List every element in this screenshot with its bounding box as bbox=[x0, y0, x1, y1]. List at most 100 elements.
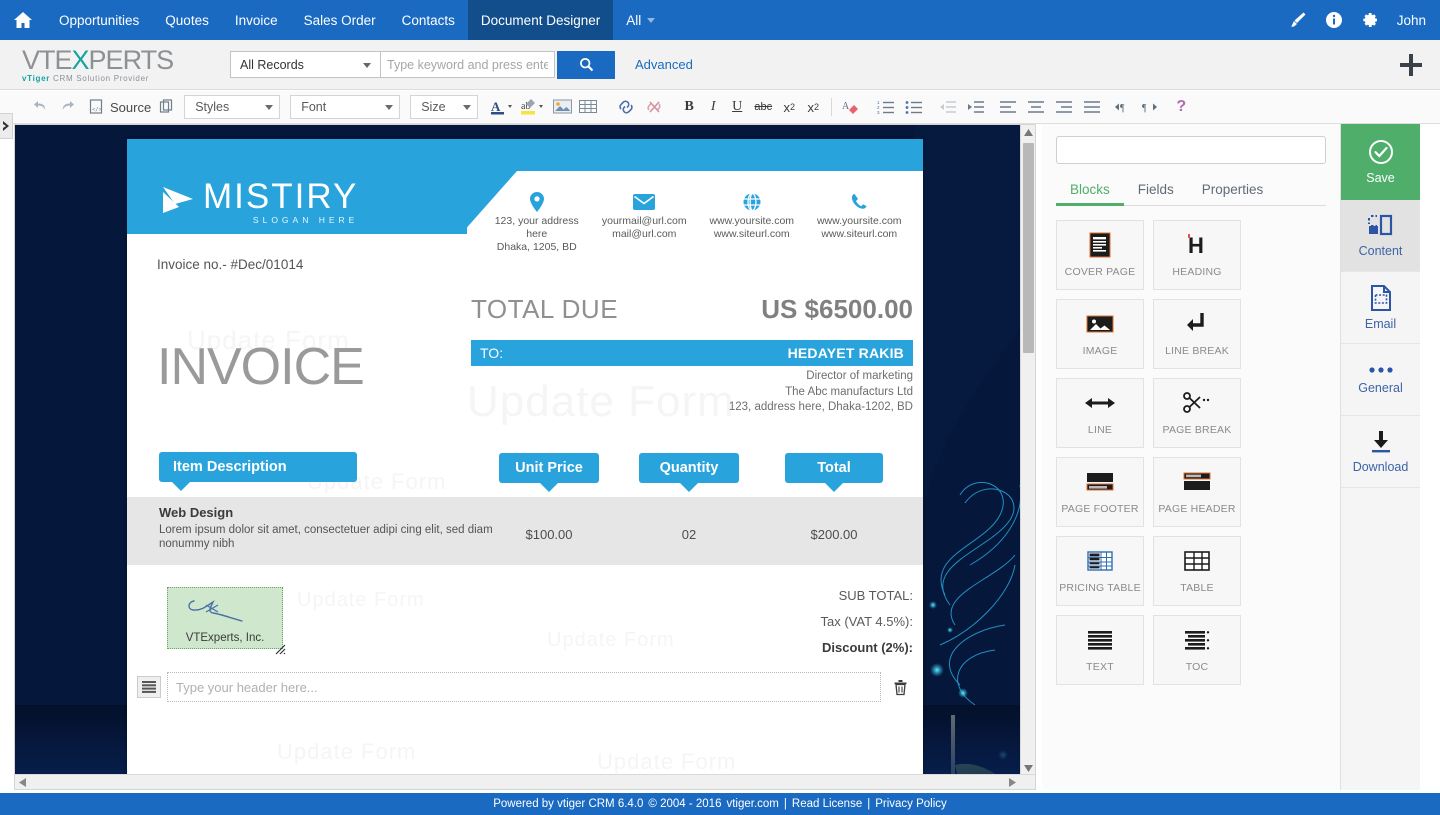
drag-handle-icon[interactable] bbox=[137, 676, 161, 698]
table-icon[interactable] bbox=[575, 95, 601, 119]
left-panel-toggle[interactable] bbox=[0, 113, 13, 139]
nav-item-opportunities[interactable]: Opportunities bbox=[46, 0, 152, 40]
nav-item-invoice[interactable]: Invoice bbox=[222, 0, 291, 40]
bulleted-list-icon[interactable] bbox=[900, 95, 928, 119]
plus-icon[interactable] bbox=[1398, 52, 1424, 83]
link-icon[interactable] bbox=[613, 95, 641, 119]
nav-item-document-designer[interactable]: Document Designer bbox=[467, 0, 614, 40]
block-page-break[interactable]: PAGE BREAK bbox=[1153, 378, 1241, 448]
align-right-icon[interactable] bbox=[1050, 95, 1078, 119]
remove-format-icon[interactable]: A bbox=[838, 95, 866, 119]
watermark-text: Update Form bbox=[597, 749, 737, 774]
underline-button[interactable]: U bbox=[725, 95, 749, 119]
block-line[interactable]: LINE bbox=[1056, 378, 1144, 448]
source-button[interactable]: Source bbox=[106, 95, 155, 119]
background-color-button[interactable]: ab bbox=[519, 95, 549, 119]
block-table[interactable]: TABLE bbox=[1153, 536, 1241, 606]
signature-block[interactable]: VTExperts, Inc. bbox=[167, 587, 286, 655]
chevron-down-icon bbox=[463, 104, 472, 110]
resize-handle[interactable] bbox=[274, 642, 286, 655]
nav-item-sales-order[interactable]: Sales Order bbox=[291, 0, 389, 40]
advanced-search-link[interactable]: Advanced bbox=[635, 57, 693, 72]
styles-select[interactable]: Styles bbox=[184, 95, 281, 119]
outdent-icon[interactable] bbox=[934, 95, 962, 119]
nav-item-contacts[interactable]: Contacts bbox=[389, 0, 468, 40]
rail-label: Email bbox=[1364, 316, 1397, 331]
nav-label: Sales Order bbox=[303, 12, 376, 28]
content-icon bbox=[1367, 214, 1392, 235]
font-select[interactable]: Font bbox=[290, 95, 401, 119]
block-text[interactable]: TEXT bbox=[1056, 615, 1144, 685]
scroll-left-arrow-icon[interactable] bbox=[15, 775, 30, 789]
scroll-right-arrow-icon[interactable] bbox=[1005, 775, 1020, 789]
text-color-button[interactable]: A bbox=[489, 95, 519, 119]
block-cover-page[interactable]: COVER PAGE bbox=[1056, 220, 1144, 290]
block-image[interactable]: IMAGE bbox=[1056, 299, 1144, 369]
nav-item-all[interactable]: All bbox=[613, 0, 668, 40]
block-pricing-table[interactable]: PRICING TABLE bbox=[1056, 536, 1144, 606]
block-page-footer[interactable]: PAGE FOOTER bbox=[1056, 457, 1144, 527]
footer-license-link[interactable]: Read License bbox=[792, 798, 862, 810]
footer-privacy-link[interactable]: Privacy Policy bbox=[875, 798, 947, 810]
strikethrough-button[interactable]: abc bbox=[749, 95, 777, 119]
image-icon[interactable] bbox=[549, 95, 575, 119]
toolbar-separator bbox=[831, 98, 833, 116]
editor-vertical-scrollbar[interactable] bbox=[1020, 125, 1035, 776]
unlink-icon[interactable] bbox=[641, 95, 669, 119]
footer-site-link[interactable]: vtiger.com bbox=[726, 798, 778, 810]
tab-fields[interactable]: Fields bbox=[1124, 176, 1188, 205]
save-button[interactable]: Save bbox=[1341, 124, 1420, 200]
redo-icon[interactable] bbox=[54, 95, 78, 119]
block-line-break[interactable]: LINE BREAK bbox=[1153, 299, 1241, 369]
search-icon bbox=[579, 57, 593, 72]
block-heading[interactable]: H HEADING bbox=[1153, 220, 1241, 290]
svg-text:¶: ¶ bbox=[1120, 103, 1125, 114]
undo-icon[interactable] bbox=[30, 95, 54, 119]
tab-blocks[interactable]: Blocks bbox=[1056, 176, 1124, 206]
search-bar: VTEXPERTS vTiger CRM Solution Provider A… bbox=[0, 40, 1440, 90]
search-input[interactable] bbox=[380, 51, 555, 78]
indent-icon[interactable] bbox=[962, 95, 990, 119]
home-icon[interactable] bbox=[0, 0, 46, 40]
rtl-icon[interactable]: ¶ bbox=[1136, 95, 1162, 119]
table-row[interactable]: Web Design Lorem ipsum dolor sit amet, c… bbox=[127, 497, 923, 565]
scroll-up-arrow-icon[interactable] bbox=[1021, 125, 1035, 140]
content-button[interactable]: Content bbox=[1341, 200, 1420, 272]
block-toc[interactable]: TOC bbox=[1153, 615, 1241, 685]
toc-icon bbox=[1184, 627, 1210, 653]
ltr-icon[interactable]: ¶ bbox=[1110, 95, 1136, 119]
align-center-icon[interactable] bbox=[1022, 95, 1050, 119]
info-icon[interactable] bbox=[1325, 11, 1343, 29]
subscript-button[interactable]: x2 bbox=[777, 95, 801, 119]
numbered-list-icon[interactable]: 123 bbox=[872, 95, 900, 119]
size-select[interactable]: Size bbox=[410, 95, 479, 119]
user-menu[interactable]: John bbox=[1397, 13, 1426, 28]
nav-item-quotes[interactable]: Quotes bbox=[152, 0, 222, 40]
tab-properties[interactable]: Properties bbox=[1188, 176, 1278, 205]
italic-button[interactable]: I bbox=[701, 95, 725, 119]
superscript-button[interactable]: x2 bbox=[801, 95, 825, 119]
align-justify-icon[interactable] bbox=[1078, 95, 1106, 119]
editor-horizontal-scrollbar[interactable] bbox=[15, 774, 1035, 789]
invoice-document-page[interactable]: Update Form Update Form Update Form Upda… bbox=[127, 139, 923, 779]
panel-search-input[interactable] bbox=[1056, 136, 1326, 164]
brush-icon[interactable] bbox=[1289, 11, 1307, 29]
block-page-header[interactable]: PAGE HEADER bbox=[1153, 457, 1241, 527]
download-button[interactable]: Download bbox=[1341, 416, 1420, 488]
align-left-icon[interactable] bbox=[994, 95, 1022, 119]
contact-line-2: Dhaka, 1205, BD bbox=[496, 241, 577, 253]
search-scope-select[interactable]: All Records bbox=[230, 51, 380, 78]
header-text-input[interactable]: Type your header here... bbox=[167, 672, 881, 702]
document-editor-canvas[interactable]: Update Form Update Form Update Form Upda… bbox=[14, 124, 1036, 790]
bold-button[interactable]: B bbox=[677, 95, 701, 119]
search-button[interactable] bbox=[557, 50, 615, 79]
source-icon[interactable]: </> bbox=[88, 95, 106, 119]
cover-page-icon bbox=[1089, 232, 1111, 258]
scroll-thumb[interactable] bbox=[1023, 143, 1034, 353]
email-button[interactable]: Email bbox=[1341, 272, 1420, 344]
general-button[interactable]: General bbox=[1341, 344, 1420, 416]
templates-icon[interactable] bbox=[155, 95, 179, 119]
help-button[interactable]: ? bbox=[1168, 95, 1194, 119]
trash-icon[interactable] bbox=[887, 679, 913, 696]
gear-icon[interactable] bbox=[1361, 11, 1379, 29]
